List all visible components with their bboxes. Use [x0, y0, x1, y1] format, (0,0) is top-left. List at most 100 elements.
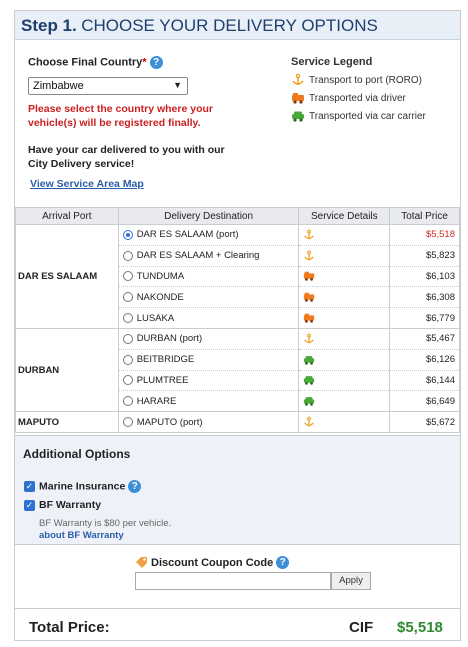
destination-radio[interactable] [122, 375, 133, 386]
step-number: Step 1. [21, 16, 77, 35]
destination-name: BEITBRIDGE [136, 354, 195, 366]
truck-driver-icon [292, 93, 304, 104]
delivery-options-panel: Step 1. CHOOSE YOUR DELIVERY OPTIONS Cho… [14, 10, 461, 641]
destination-cell: HARARE [117, 390, 300, 413]
destination-name: TUNDUMA [136, 270, 185, 282]
destination-name: DAR ES SALAAM [136, 229, 214, 241]
anchor-icon [304, 333, 315, 344]
anchor-icon [292, 74, 304, 85]
arrival-port-cell: DAR ES SALAAM [15, 224, 119, 329]
incoterm-label: CIF [349, 619, 374, 636]
car-carrier-icon [292, 111, 304, 122]
destination-radio[interactable] [122, 292, 133, 303]
panel-header: Step 1. CHOOSE YOUR DELIVERY OPTIONS [15, 11, 460, 40]
service-cell [298, 224, 391, 246]
destination-name: HARARE [136, 395, 177, 407]
truck-driver-icon [304, 292, 315, 303]
coupon-label-text: Discount Coupon Code [151, 556, 274, 569]
destination-radio[interactable] [122, 250, 133, 261]
destination-radio[interactable] [122, 313, 133, 324]
destination-radio[interactable] [122, 396, 133, 407]
marine-insurance-checkbox[interactable]: ✓ [24, 481, 35, 492]
warranty-note: BF Warranty is $80 per vehicle. [39, 518, 172, 529]
about-warranty-link[interactable]: about BF Warranty [39, 530, 124, 541]
destination-radio[interactable] [122, 354, 133, 365]
destination-cell: DAR ES SALAAM + Clearing [117, 245, 300, 267]
tag-icon [136, 557, 147, 568]
country-label-text: Choose Final Country [28, 56, 143, 69]
destination-radio[interactable] [122, 229, 133, 240]
price-cell: $5,467 [389, 328, 460, 350]
truck-driver-icon [304, 272, 315, 282]
view-service-map-link[interactable]: View Service Area Map [30, 178, 144, 190]
header-delivery-destination: Delivery Destination [117, 207, 300, 225]
truck-driver-icon [304, 313, 315, 323]
car-carrier-icon [304, 355, 315, 365]
legend-item-carrier: Transported via car carrier [291, 110, 426, 122]
service-cell [298, 245, 391, 267]
destination-cell: DAR ES SALAAM (port) [117, 224, 300, 246]
service-cell [298, 328, 391, 350]
destination-radio[interactable] [122, 417, 133, 428]
apply-button[interactable]: Apply [331, 572, 371, 590]
destination-cell: LUSAKA [117, 307, 300, 329]
table-row[interactable]: MAPUTO MAPUTO (port) $5,672 [15, 411, 460, 433]
service-cell [298, 307, 391, 329]
destination-cell: TUNDUMA [117, 266, 300, 288]
legend-label-roro: Transport to port (RORO) [309, 74, 422, 86]
price-cell: $6,649 [389, 390, 460, 413]
anchor-icon [304, 250, 315, 260]
destination-radio[interactable] [122, 333, 133, 344]
help-icon[interactable]: ? [276, 556, 290, 569]
price-cell: $6,779 [389, 307, 460, 329]
service-cell [298, 370, 391, 392]
additional-options-section: Additional Options ✓ Marine Insurance ? … [15, 435, 460, 545]
country-select[interactable]: Zimbabwe ▼ [28, 77, 188, 95]
destination-radio[interactable] [122, 271, 133, 282]
destination-cell: DURBAN (port) [117, 328, 300, 350]
destination-note: (port) [179, 333, 203, 345]
total-price-value: $5,518 [397, 619, 443, 636]
destination-cell: NAKONDE [117, 286, 300, 309]
destination-note: (port) [179, 416, 203, 428]
help-icon[interactable]: ? [128, 480, 142, 493]
price-cell: $6,144 [389, 370, 460, 392]
chevron-down-icon: ▼ [173, 80, 182, 90]
service-cell [298, 390, 391, 413]
coupon-input[interactable] [135, 572, 331, 590]
marine-insurance-label: Marine Insurance ? [39, 480, 142, 493]
table-row[interactable]: DURBAN DURBAN (port) $5,467 [15, 328, 460, 413]
car-carrier-icon [304, 397, 315, 407]
help-icon[interactable]: ? [149, 56, 163, 69]
destination-cell: PLUMTREE [117, 370, 300, 392]
table-header-row: Arrival Port Delivery Destination Servic… [15, 207, 460, 225]
header-total-price: Total Price [389, 207, 460, 225]
service-cell [298, 349, 391, 371]
price-cell: $6,103 [389, 266, 460, 288]
service-cell [298, 411, 391, 433]
additional-options-title: Additional Options [23, 447, 131, 461]
required-mark: * [142, 56, 147, 69]
delivery-table: Arrival Port Delivery Destination Servic… [15, 207, 460, 433]
anchor-icon [304, 416, 315, 427]
destination-name: PLUMTREE [136, 374, 189, 386]
country-select-value: Zimbabwe [33, 80, 84, 92]
destination-cell: BEITBRIDGE [117, 349, 300, 371]
destination-note: (port) [215, 229, 239, 241]
arrival-port-cell: MAPUTO [15, 411, 119, 433]
table-row[interactable]: DAR ES SALAAM DAR ES SALAAM (port) $5,51… [15, 224, 460, 329]
legend-label-driver: Transported via driver [309, 92, 406, 104]
destination-name: NAKONDE [136, 291, 184, 303]
price-cell: $5,823 [389, 245, 460, 267]
destination-name: DAR ES SALAAM + Clearing [136, 250, 260, 262]
car-carrier-icon [304, 376, 315, 386]
bf-warranty-checkbox[interactable]: ✓ [24, 500, 35, 511]
destination-name: LUSAKA [136, 312, 175, 324]
legend-item-roro: Transport to port (RORO) [291, 74, 422, 86]
city-delivery-text: Have your car delivered to you with our … [28, 144, 225, 170]
destination-name: MAPUTO [136, 416, 178, 428]
destination-cell: MAPUTO (port) [117, 411, 300, 433]
service-cell [298, 266, 391, 288]
arrival-port-cell: DURBAN [15, 328, 119, 413]
legend-label-carrier: Transported via car carrier [309, 110, 426, 122]
